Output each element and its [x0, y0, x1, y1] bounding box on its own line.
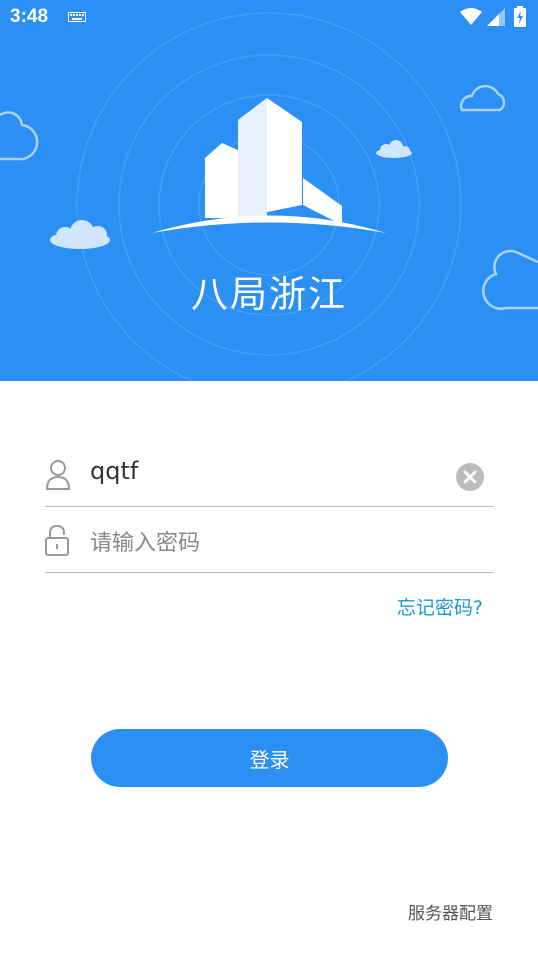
cloud-icon	[0, 111, 39, 161]
status-time: 3:48	[10, 6, 49, 27]
banner-background	[0, 12, 538, 381]
password-field[interactable]: 请输入密码	[45, 512, 493, 573]
building-logo	[152, 98, 386, 233]
wifi-icon	[460, 8, 482, 25]
status-bar: 3:48	[0, 0, 538, 36]
cloud-icon	[50, 220, 110, 249]
header-banner: 3:48 八局浙江	[0, 0, 538, 381]
app-title: 八局浙江	[191, 273, 347, 316]
clear-icon[interactable]	[456, 463, 484, 491]
keyboard-icon	[68, 12, 86, 22]
cloud-icon	[376, 140, 412, 158]
password-input[interactable]: 请输入密码	[90, 525, 200, 557]
lock-icon	[45, 525, 69, 556]
signal-icon	[487, 8, 505, 26]
username-input[interactable]: qqtf	[90, 457, 138, 485]
login-button[interactable]: 登录	[91, 729, 448, 787]
cloud-icon	[459, 84, 506, 112]
server-config-link[interactable]: 服务器配置	[408, 899, 493, 924]
username-field[interactable]: qqtf	[45, 446, 493, 507]
forgot-password-link[interactable]: 忘记密码?	[397, 593, 483, 620]
battery-icon	[514, 6, 526, 27]
user-icon	[45, 460, 71, 490]
